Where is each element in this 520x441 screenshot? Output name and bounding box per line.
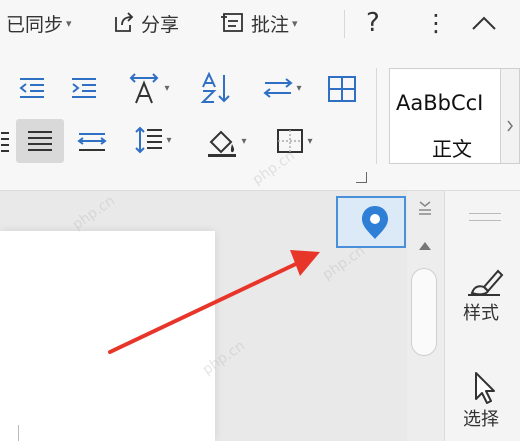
shading-button[interactable]: ▾: [198, 122, 254, 160]
chevron-down-icon: ▾: [307, 135, 313, 147]
align-left-button[interactable]: [0, 124, 10, 158]
pane-grip[interactable]: [469, 213, 501, 221]
distributed-align-icon: [77, 133, 107, 151]
more-icon: ⋮: [424, 9, 448, 37]
justify-button[interactable]: [16, 119, 64, 163]
ribbon-group-divider: [376, 68, 377, 164]
comment-label: 批注: [251, 13, 290, 36]
sync-status-button[interactable]: 已同步 ▾: [6, 8, 72, 38]
chevron-down-icon: ▾: [241, 135, 247, 147]
page-corner-mark: [18, 425, 19, 441]
styles-pane-label: 样式: [463, 303, 499, 324]
scrollbar-thumb[interactable]: [411, 268, 437, 356]
page-fit-icon: [419, 201, 431, 215]
document-page[interactable]: [0, 231, 215, 441]
style-normal-preview[interactable]: AaBbCcI 正文: [389, 68, 501, 164]
sort-icon: [200, 71, 230, 103]
table-border-button[interactable]: [322, 72, 362, 106]
text-direction-icon: [130, 73, 159, 104]
increase-indent-icon: [72, 78, 96, 98]
style-name-label: 正文: [432, 137, 472, 161]
share-label: 分享: [141, 13, 180, 36]
share-icon: [115, 12, 134, 32]
decrease-indent-button[interactable]: [14, 72, 50, 104]
chevron-right-icon: [507, 120, 513, 132]
borders-icon: [277, 129, 304, 153]
sort-button[interactable]: [196, 70, 236, 106]
distribute-button[interactable]: ▾: [254, 72, 310, 104]
style-sample-text: AaBbCcI: [396, 91, 484, 115]
styles-gallery-scroll[interactable]: [501, 68, 520, 164]
toolbar-divider: [344, 10, 345, 38]
brush-icon: [468, 269, 504, 296]
border-icon: [328, 76, 356, 102]
cursor-icon: [475, 372, 495, 404]
navigation-pane-button[interactable]: [336, 196, 406, 248]
borders-button[interactable]: ▾: [266, 124, 322, 158]
select-pane-button[interactable]: 选择: [453, 365, 515, 435]
styles-pane-button[interactable]: 样式: [453, 259, 515, 329]
chevron-down-icon: ▾: [296, 82, 302, 94]
paragraph-dialog-launcher[interactable]: [356, 172, 367, 183]
chevron-up-icon: [472, 16, 496, 30]
distribute-icon: [263, 78, 294, 98]
distributed-align-button[interactable]: [72, 124, 112, 158]
sync-label: 已同步: [6, 13, 64, 36]
shading-icon: [208, 130, 237, 157]
text-direction-button[interactable]: ▾: [122, 70, 176, 106]
chevron-down-icon: ▾: [292, 16, 298, 30]
location-pin-icon: [362, 206, 388, 239]
select-pane-label: 选择: [463, 409, 499, 430]
align-left-icon: [1, 132, 9, 152]
share-button[interactable]: 分享: [112, 8, 179, 38]
help-icon: ?: [366, 8, 380, 38]
chevron-down-icon: ▾: [164, 82, 170, 94]
chevron-down-icon: ▾: [166, 134, 172, 146]
help-button[interactable]: ?: [366, 8, 380, 38]
scroll-up-icon[interactable]: [407, 239, 443, 253]
comment-button[interactable]: 批注 ▾: [220, 8, 298, 38]
collapse-ribbon-button[interactable]: [470, 8, 498, 38]
comment-icon: [221, 13, 243, 32]
line-spacing-icon: [135, 126, 163, 154]
chevron-down-icon: ▾: [66, 16, 72, 30]
more-button[interactable]: ⋮: [424, 8, 448, 38]
line-spacing-button[interactable]: ▾: [124, 122, 180, 158]
decrease-indent-icon: [19, 78, 44, 98]
increase-indent-button[interactable]: [66, 72, 102, 104]
task-pane-tabs: 样式 选择: [444, 191, 520, 441]
justify-icon: [28, 131, 52, 151]
title-toolbar: 已同步 ▾ 分享 批注 ▾ ? ⋮: [0, 0, 520, 46]
